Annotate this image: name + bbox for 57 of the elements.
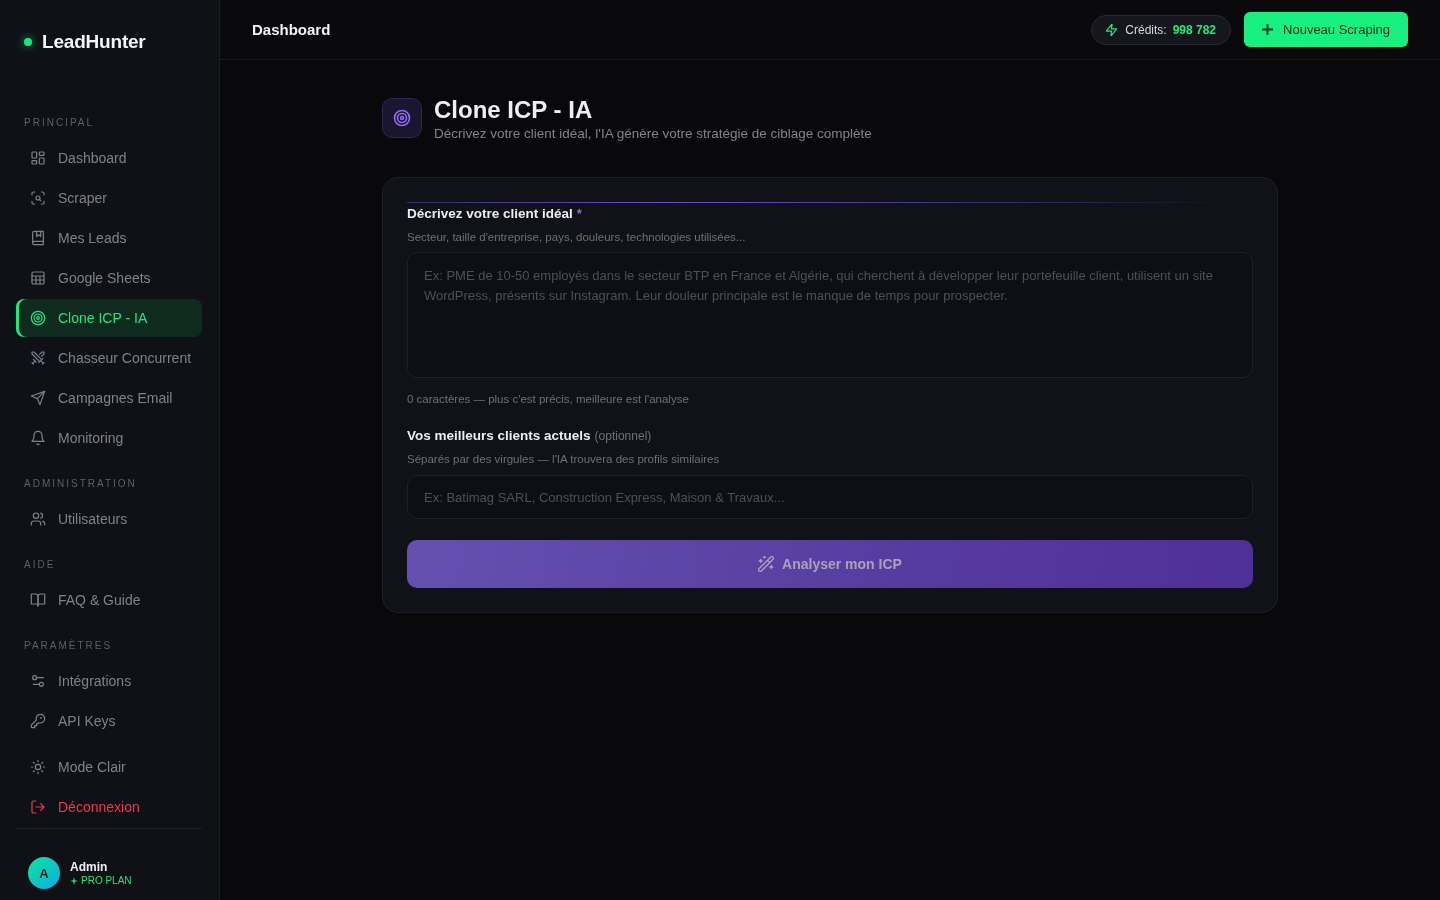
status-dot-icon bbox=[24, 38, 32, 46]
sidebar-item[interactable]: FAQ & Guide bbox=[16, 581, 202, 619]
open-book-icon bbox=[30, 592, 46, 608]
sidebar-section-title: PARAMÈTRES bbox=[23, 639, 114, 653]
new-scraping-button[interactable]: Nouveau Scraping bbox=[1244, 12, 1408, 47]
sidebar-item[interactable]: Intégrations bbox=[16, 662, 202, 700]
plan-label: PRO PLAN bbox=[81, 874, 132, 887]
paper-plane-icon bbox=[30, 390, 46, 406]
logout-icon bbox=[30, 799, 46, 815]
target-icon bbox=[382, 98, 422, 138]
credits-value: 998 782 bbox=[1172, 22, 1217, 37]
sparkle-icon bbox=[70, 876, 78, 885]
sidebar-item[interactable]: Déconnexion bbox=[16, 788, 202, 826]
sidebar-item[interactable]: Dashboard bbox=[16, 139, 202, 177]
plus-icon bbox=[1262, 24, 1274, 35]
character-counter: 0 caractères — plus c'est précis, meilleure est l'analyse bbox=[407, 392, 690, 407]
key-icon bbox=[30, 713, 46, 729]
magic-wand-icon bbox=[758, 556, 775, 572]
sidebar-item[interactable]: Scraper bbox=[16, 179, 202, 217]
grid-icon bbox=[30, 150, 46, 166]
field-hint: Secteur, taille d'entreprise, pays, douleurs, technologies utilisées... bbox=[407, 230, 747, 245]
sidebar-section-title: ADMINISTRATION bbox=[23, 477, 138, 491]
sidebar-item[interactable]: Campagnes Email bbox=[16, 379, 202, 417]
page-heading: Dashboard bbox=[252, 21, 331, 38]
field-label: Décrivez votre client idéal bbox=[407, 205, 573, 223]
required-mark: * bbox=[576, 205, 582, 223]
field-label: Vos meilleurs clients actuels bbox=[407, 427, 591, 445]
sun-icon bbox=[30, 759, 46, 775]
users-icon bbox=[30, 511, 46, 527]
sidebar-item[interactable]: Google Sheets bbox=[16, 259, 202, 297]
description-textarea[interactable]: Ex: PME de 10-50 employés dans le secteur BTP en France et Algérie, qui cherchent à développer leur portefeuille client, utilisent un site WordPress, présents sur Instagram. Leur douleur principale est le manque de temps pour prospecter. bbox=[407, 252, 1253, 378]
clients-input[interactable]: Ex: Batimag SARL, Construction Express, Maison & Travaux... bbox=[407, 475, 1253, 519]
book-icon bbox=[30, 230, 46, 246]
sidebar-item[interactable]: Clone ICP - IA bbox=[16, 299, 202, 337]
bell-icon bbox=[30, 430, 46, 446]
sidebar-item[interactable]: Monitoring bbox=[16, 419, 202, 457]
sliders-icon bbox=[30, 673, 46, 689]
sidebar-section-title: PRINCIPAL bbox=[23, 116, 96, 130]
user-name: Admin bbox=[70, 859, 109, 874]
target-icon bbox=[30, 310, 46, 326]
page-title: Clone ICP - IA bbox=[434, 96, 594, 124]
sidebar-item[interactable]: Utilisateurs bbox=[16, 500, 202, 538]
avatar: A bbox=[28, 857, 60, 889]
sidebar-section-title: AIDE bbox=[23, 558, 57, 572]
scan-icon bbox=[30, 190, 46, 206]
sidebar-item[interactable]: Mode Clair bbox=[16, 748, 202, 786]
sidebar-item[interactable]: API Keys bbox=[16, 702, 202, 740]
lightning-icon bbox=[1106, 23, 1118, 36]
brand-logo: LeadHunter bbox=[42, 31, 146, 53]
optional-note: (optionnel) bbox=[594, 428, 652, 445]
field-hint: Séparés par des virgules — l'IA trouvera des profils similaires bbox=[407, 452, 721, 467]
page-subtitle: Décrivez votre client idéal, l'IA génère votre stratégie de ciblage complète bbox=[434, 125, 872, 143]
credits-label: Crédits: bbox=[1125, 22, 1167, 37]
crossed-swords-icon bbox=[30, 350, 46, 366]
sidebar-item[interactable]: Mes Leads bbox=[16, 219, 202, 257]
sidebar-item[interactable]: Chasseur Concurrent bbox=[16, 339, 202, 377]
table-icon bbox=[30, 270, 46, 286]
